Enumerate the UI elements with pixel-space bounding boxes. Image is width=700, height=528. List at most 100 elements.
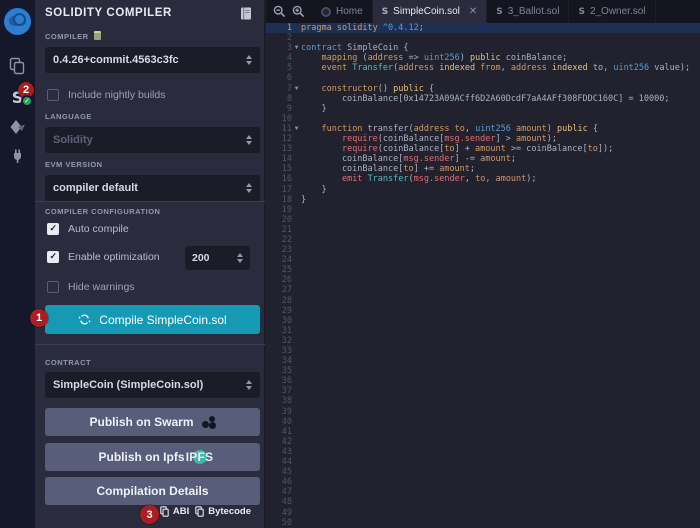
code-line: 9 } xyxy=(266,104,700,114)
line-number: 22 xyxy=(266,235,292,245)
gutter-space xyxy=(292,467,301,477)
code-text: coinBalance[to] += amount; xyxy=(301,164,475,174)
documentation-icon[interactable] xyxy=(240,7,252,25)
line-number: 37 xyxy=(266,386,292,396)
line-number: 44 xyxy=(266,457,292,467)
sync-icon xyxy=(78,313,91,326)
editor-region: Home S SimpleCoin.sol ✕ S3_Ballot.solS2_Owne… xyxy=(266,0,700,528)
contract-select[interactable]: SimpleCoin (SimpleCoin.sol) xyxy=(45,372,260,398)
code-text: emit Transfer(msg.sender, to, amount); xyxy=(301,174,537,184)
hide-warnings-checkbox[interactable]: Hide warnings xyxy=(47,281,135,293)
code-line: 15 coinBalance[to] += amount; xyxy=(266,164,700,174)
compilation-details-button[interactable]: Compilation Details xyxy=(45,477,260,505)
code-line: 19 xyxy=(266,205,700,215)
copy-abi-button[interactable]: ABI xyxy=(160,506,189,517)
gutter-space xyxy=(292,518,301,528)
gutter-space xyxy=(292,437,301,447)
line-number: 50 xyxy=(266,518,292,528)
fold-arrow-icon[interactable]: ▼ xyxy=(292,84,301,94)
code-line: 37 xyxy=(266,386,700,396)
code-text: coinBalance[msg.sender] -= amount; xyxy=(301,154,516,164)
line-number: 26 xyxy=(266,275,292,285)
line-number: 24 xyxy=(266,255,292,265)
language-label: LANGUAGE xyxy=(45,112,92,121)
publish-swarm-button[interactable]: Publish on Swarm xyxy=(45,408,260,436)
gutter-space xyxy=(292,497,301,507)
compile-button[interactable]: Compile SimpleCoin.sol xyxy=(45,305,260,334)
code-line: 12 require(coinBalance[msg.sender] > amo… xyxy=(266,134,700,144)
file-explorer-icon[interactable] xyxy=(0,55,35,77)
copy-icon xyxy=(160,506,169,517)
home-icon xyxy=(321,7,331,17)
tab-label: SimpleCoin.sol xyxy=(393,6,460,17)
line-number: 45 xyxy=(266,467,292,477)
gutter-space xyxy=(292,154,301,164)
annotation-circle-1: 1 xyxy=(30,309,48,327)
tab-3-ballot-sol[interactable]: S3_Ballot.sol xyxy=(487,0,569,23)
code-text: function transfer(address to, uint256 am… xyxy=(301,124,598,134)
line-number: 46 xyxy=(266,477,292,487)
evm-version-label: EVM VERSION xyxy=(45,160,103,169)
plugin-manager-icon[interactable] xyxy=(0,146,35,166)
gutter-space xyxy=(292,245,301,255)
code-line: 47 xyxy=(266,487,700,497)
nightly-builds-checkbox[interactable]: Include nightly builds xyxy=(47,89,165,101)
code-line: 44 xyxy=(266,457,700,467)
code-line: 27 xyxy=(266,285,700,295)
compiler-configuration-label: COMPILER CONFIGURATION xyxy=(45,207,160,216)
gutter-space xyxy=(292,225,301,235)
copy-icon xyxy=(195,506,204,517)
line-number: 40 xyxy=(266,417,292,427)
tab-2-owner-sol[interactable]: S2_Owner.sol xyxy=(569,0,655,23)
publish-ipfs-button[interactable]: Publish on Ipfs IPFS xyxy=(45,443,260,471)
enable-optimization-checkbox[interactable]: Enable optimization xyxy=(47,251,160,263)
optimization-runs-select[interactable]: 200 xyxy=(185,246,250,270)
code-line: 25 xyxy=(266,265,700,275)
code-line: 34 xyxy=(266,356,700,366)
compiler-version-select[interactable]: 0.4.26+commit.4563c3fc xyxy=(45,47,260,73)
line-number: 49 xyxy=(266,508,292,518)
tab-home[interactable]: Home xyxy=(312,0,373,23)
line-number: 39 xyxy=(266,407,292,417)
language-select[interactable]: Solidity xyxy=(45,127,260,153)
code-line: 32 xyxy=(266,336,700,346)
gutter-space xyxy=(292,285,301,295)
code-line: 2 xyxy=(266,33,700,43)
gutter-space xyxy=(292,508,301,518)
gutter-space xyxy=(292,134,301,144)
line-number: 36 xyxy=(266,376,292,386)
fold-arrow-icon[interactable]: ▼ xyxy=(292,43,301,53)
zoom-in-icon[interactable] xyxy=(292,5,305,18)
code-line: 10 xyxy=(266,114,700,124)
panel-title: SOLIDITY COMPILER xyxy=(45,7,172,19)
remix-logo-icon[interactable] xyxy=(0,6,35,36)
deploy-run-icon[interactable] xyxy=(0,117,35,137)
line-number: 15 xyxy=(266,164,292,174)
zoom-out-icon[interactable] xyxy=(273,5,286,18)
code-line: 49 xyxy=(266,508,700,518)
code-line: 24 xyxy=(266,255,700,265)
code-line: 30 xyxy=(266,316,700,326)
close-tab-icon[interactable]: ✕ xyxy=(469,6,477,17)
code-line: 11▼ function transfer(address to, uint25… xyxy=(266,124,700,134)
gutter-space xyxy=(292,174,301,184)
code-line: 18} xyxy=(266,195,700,205)
code-line: 48 xyxy=(266,497,700,507)
fold-arrow-icon[interactable]: ▼ xyxy=(292,124,301,134)
solidity-file-icon: S xyxy=(382,7,388,17)
code-editor[interactable]: 1pragma solidity ^0.4.12;23▼contract Sim… xyxy=(266,23,700,528)
line-number: 2 xyxy=(266,33,292,43)
code-line: 14 coinBalance[msg.sender] -= amount; xyxy=(266,154,700,164)
tab-simplecoin-sol[interactable]: S SimpleCoin.sol ✕ xyxy=(373,0,488,23)
code-line: 41 xyxy=(266,427,700,437)
code-line: 50 xyxy=(266,518,700,528)
code-line: 5 event Transfer(address indexed from, a… xyxy=(266,63,700,73)
copy-bytecode-button[interactable]: Bytecode xyxy=(195,506,251,517)
auto-compile-checkbox[interactable]: Auto compile xyxy=(47,223,129,235)
code-line: 7▼ constructor() public { xyxy=(266,84,700,94)
code-text: pragma solidity ^0.4.12; xyxy=(301,23,424,33)
gutter-space xyxy=(292,447,301,457)
code-line: 16 emit Transfer(msg.sender, to, amount)… xyxy=(266,174,700,184)
evm-version-select[interactable]: compiler default xyxy=(45,175,260,201)
gutter-space xyxy=(292,386,301,396)
